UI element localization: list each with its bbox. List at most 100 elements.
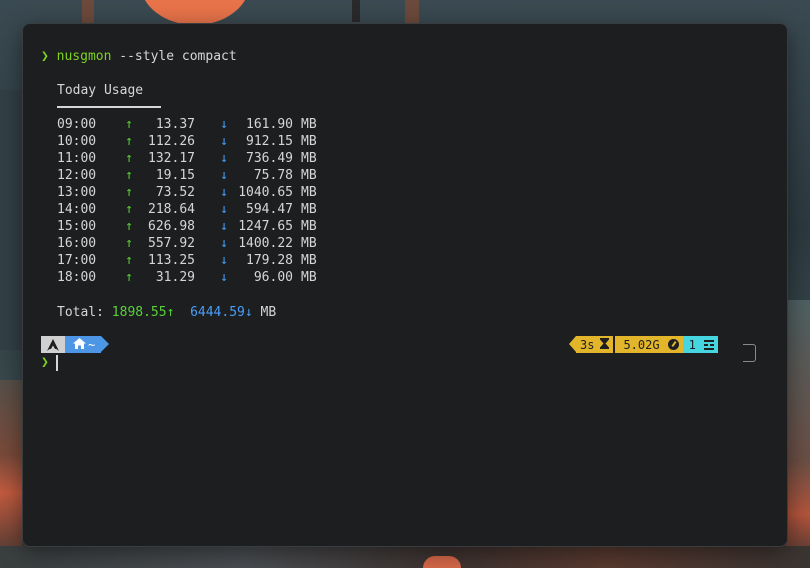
list-icon — [703, 339, 714, 350]
wallpaper-sun — [140, 0, 250, 25]
row-unit: MB — [301, 134, 317, 149]
upload-arrow-icon: ↑ — [125, 117, 133, 132]
row-upload: 218.64 — [148, 202, 195, 217]
row-download: 1247.65 — [238, 219, 293, 234]
usage-row: 09:00 ↑ 13.37 ↓ 161.90 MB — [57, 116, 317, 133]
total-line: Total: 1898.55↑ 6444.59↓ MB — [57, 304, 276, 321]
background-jobs: 1 — [688, 337, 696, 352]
upload-arrow-icon: ↑ — [125, 168, 133, 183]
command-arguments: --style compact — [111, 49, 237, 64]
upload-arrow-icon: ↑ — [125, 236, 133, 251]
row-unit: MB — [301, 168, 317, 183]
wallpaper-window-frame — [405, 0, 419, 24]
jobs-segment: 1 — [682, 336, 718, 353]
command-name: nusgmon — [56, 49, 112, 64]
download-arrow-icon: ↓ — [220, 185, 228, 200]
download-arrow-icon: ↓ — [220, 253, 228, 268]
row-unit: MB — [301, 117, 317, 132]
heading-underline — [57, 106, 161, 108]
row-upload: 112.26 — [148, 134, 195, 149]
wallpaper-left — [0, 380, 22, 568]
usage-row: 11:00 ↑ 132.17 ↓ 736.49 MB — [57, 150, 317, 167]
row-unit: MB — [301, 270, 317, 285]
prompt-left-segments: ~ — [41, 336, 110, 353]
total-download: 6444.59↓ — [190, 305, 253, 320]
row-time: 12:00 — [57, 168, 97, 183]
usage-row: 18:00 ↑ 31.29 ↓ 96.00 MB — [57, 269, 317, 286]
status-segment-arrow — [569, 336, 576, 352]
row-upload: 557.92 — [148, 236, 195, 251]
row-upload: 19.15 — [155, 168, 195, 183]
download-arrow-icon: ↓ — [220, 236, 228, 251]
wallpaper-tree — [0, 90, 22, 350]
memory-segment: 5.02G — [615, 336, 683, 353]
usage-row: 12:00 ↑ 19.15 ↓ 75.78 MB — [57, 167, 317, 184]
row-time: 10:00 — [57, 134, 97, 149]
usage-row: 17:00 ↑ 113.25 ↓ 179.28 MB — [57, 252, 317, 269]
row-upload: 132.17 — [148, 151, 195, 166]
path-segment-arrow — [101, 336, 110, 352]
memory-usage: 5.02G — [623, 337, 660, 352]
row-time: 17:00 — [57, 253, 97, 268]
row-download: 161.90 — [246, 117, 293, 132]
prompt-symbol-2: ❯ — [41, 355, 49, 370]
usage-row: 16:00 ↑ 557.92 ↓ 1400.22 MB — [57, 235, 317, 252]
wallpaper-cup — [423, 556, 461, 568]
upload-arrow-icon: ↑ — [125, 253, 133, 268]
row-upload: 626.98 — [148, 219, 195, 234]
wallpaper-window-frame — [82, 0, 94, 24]
download-arrow-icon: ↓ — [220, 219, 228, 234]
prompt-symbol: ❯ — [41, 49, 49, 64]
row-unit: MB — [301, 202, 317, 217]
usage-row: 10:00 ↑ 112.26 ↓ 912.15 MB — [57, 133, 317, 150]
current-path: ~ — [88, 337, 96, 352]
download-arrow-icon: ↓ — [220, 202, 228, 217]
row-time: 13:00 — [57, 185, 97, 200]
row-unit: MB — [301, 236, 317, 251]
row-upload: 31.29 — [155, 270, 195, 285]
usage-row: 14:00 ↑ 218.64 ↓ 594.47 MB — [57, 201, 317, 218]
row-time: 18:00 — [57, 270, 97, 285]
download-arrow-icon: ↓ — [220, 134, 228, 149]
row-upload: 73.52 — [155, 185, 195, 200]
upload-arrow-icon: ↑ — [125, 270, 133, 285]
text-cursor[interactable] — [56, 355, 58, 371]
row-download: 736.49 — [246, 151, 293, 166]
command-duration: 3s — [580, 337, 595, 352]
prompt-right-segments: 3s 5.02G 1 — [569, 336, 718, 353]
usage-heading: Today Usage — [57, 83, 144, 98]
download-arrow-icon: ↓ — [220, 117, 228, 132]
row-time: 09:00 — [57, 117, 97, 132]
total-label: Total: — [57, 305, 104, 320]
upload-arrow-icon: ↑ — [125, 185, 133, 200]
total-upload: 1898.55↑ — [111, 305, 175, 320]
row-unit: MB — [301, 253, 317, 268]
row-download: 179.28 — [246, 253, 293, 268]
usage-row: 15:00 ↑ 626.98 ↓ 1247.65 MB — [57, 218, 317, 235]
usage-table: 09:00 ↑ 13.37 ↓ 161.90 MB 10:00 ↑ 112.26 ↓ 912.15 M… — [57, 116, 317, 286]
home-icon — [73, 337, 86, 352]
command-line: ❯ nusgmon --style compact — [41, 48, 237, 65]
row-download: 96.00 — [253, 270, 293, 285]
wallpaper-bottom — [0, 546, 810, 568]
row-download: 594.47 — [246, 202, 293, 217]
row-time: 15:00 — [57, 219, 97, 234]
arch-linux-icon — [41, 336, 65, 353]
wallpaper-right — [786, 300, 810, 568]
wallpaper-lamp — [352, 0, 360, 22]
upload-arrow-icon: ↑ — [125, 219, 133, 234]
row-unit: MB — [301, 219, 317, 234]
path-segment: ~ — [65, 336, 102, 353]
row-download: 1400.22 — [238, 236, 293, 251]
input-prompt: ❯ — [41, 354, 49, 371]
row-time: 16:00 — [57, 236, 97, 251]
terminal-window[interactable]: ❯ nusgmon --style compact Today Usage 09… — [22, 23, 788, 547]
